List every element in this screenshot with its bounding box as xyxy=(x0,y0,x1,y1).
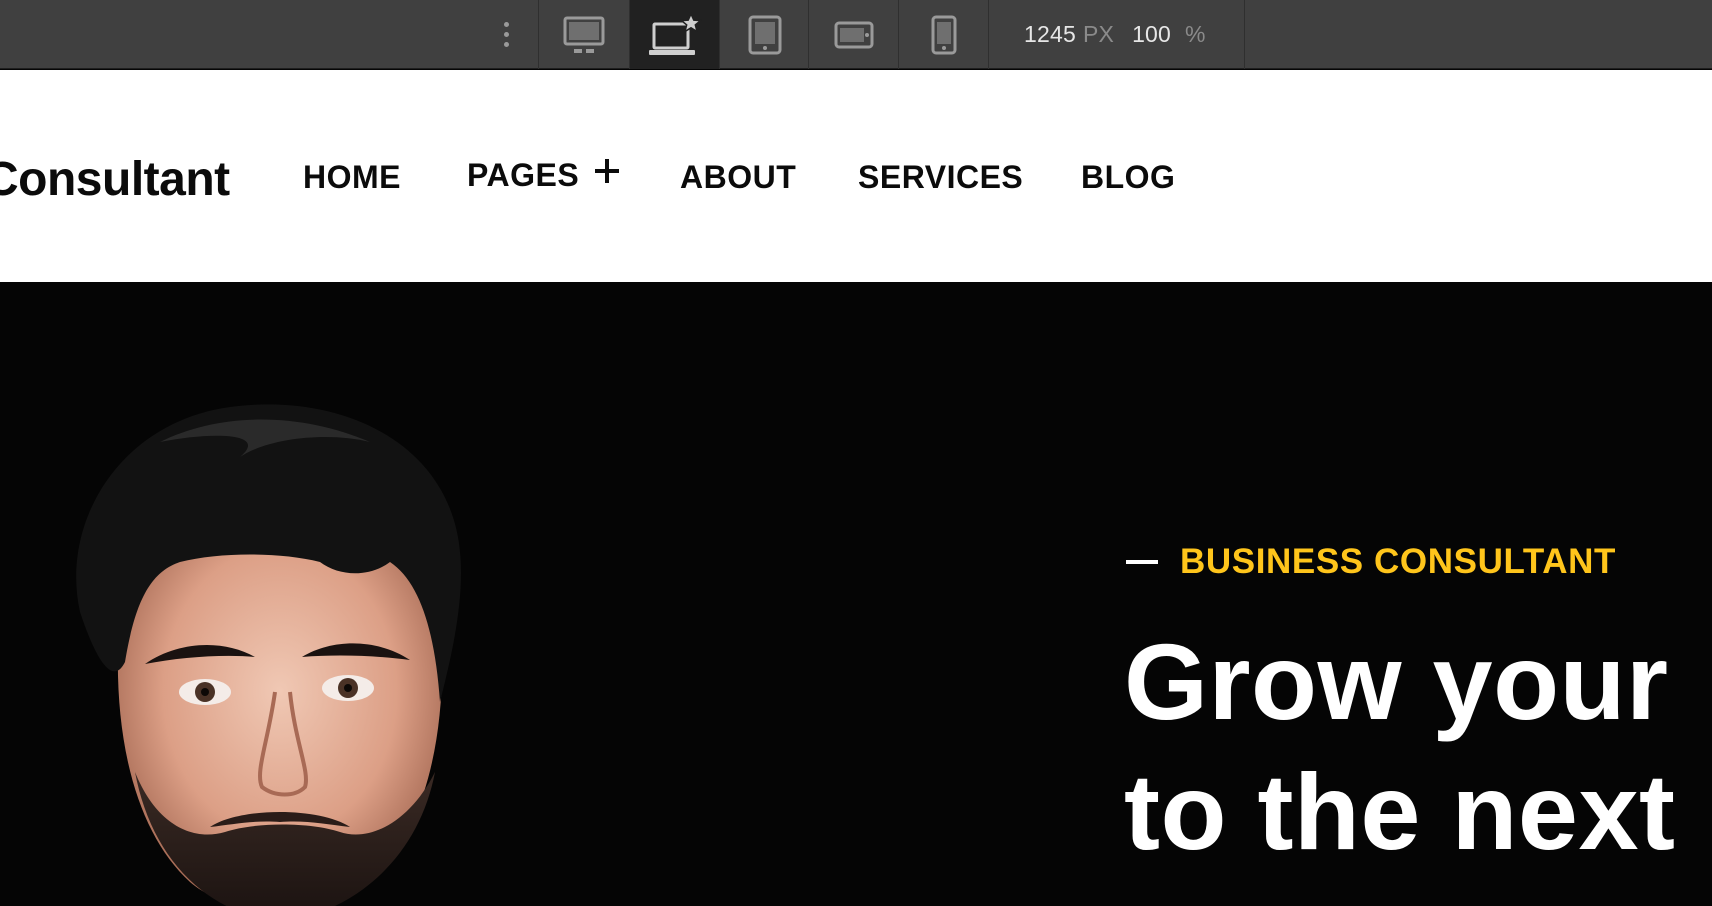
zoom-value[interactable]: 100 xyxy=(1132,21,1171,48)
canvas-size-readout: 1245 PX 100 % xyxy=(1024,0,1206,69)
zoom-unit: % xyxy=(1185,21,1206,47)
laptop-breakpoint-button[interactable] xyxy=(630,0,719,69)
toolbar-divider xyxy=(988,0,989,69)
nav-item-about[interactable]: ABOUT xyxy=(680,161,796,193)
width-unit: PX xyxy=(1082,21,1115,47)
hero-headline-line-2: to the next xyxy=(1124,751,1676,872)
mobile-landscape-breakpoint-button[interactable] xyxy=(809,0,898,69)
plus-icon xyxy=(595,159,620,183)
width-value[interactable]: 1245 xyxy=(1024,21,1076,48)
hero-eyebrow-label: BUSINESS CONSULTANT xyxy=(1180,542,1616,581)
site-logo-text[interactable]: Consultant xyxy=(0,156,230,204)
nav-item-pages[interactable]: PAGES xyxy=(467,157,620,193)
site-header: Consultant HOME PAGES ABOUT SERVICES BLO… xyxy=(0,70,1712,282)
nav-item-blog[interactable]: BLOG xyxy=(1081,161,1175,193)
mobile-portrait-breakpoint-button[interactable] xyxy=(899,0,988,69)
desktop-breakpoint-button[interactable] xyxy=(539,0,628,69)
nav-item-pages-label: PAGES xyxy=(467,157,580,193)
nav-item-home[interactable]: HOME xyxy=(303,161,401,193)
tablet-breakpoint-button[interactable] xyxy=(720,0,809,69)
mobile-landscape-icon xyxy=(834,21,873,48)
toolbar-divider xyxy=(1244,0,1245,69)
hero-eyebrow: BUSINESS CONSULTANT xyxy=(1126,544,1616,579)
nav-item-services[interactable]: SERVICES xyxy=(858,161,1023,193)
more-options-icon[interactable] xyxy=(474,0,538,69)
eyebrow-dash xyxy=(1126,559,1158,564)
consultant-portrait-image xyxy=(76,404,461,906)
editor-toolbar: 1245 PX 100 % xyxy=(0,0,1712,69)
mobile-portrait-icon xyxy=(931,15,956,54)
hero-section: BUSINESS CONSULTANT Grow your to the nex… xyxy=(0,282,1712,906)
desktop-icon xyxy=(563,16,604,53)
tablet-icon xyxy=(748,15,781,54)
hero-headline: Grow your to the next xyxy=(1124,617,1676,877)
hero-headline-line-1: Grow your xyxy=(1124,621,1669,742)
laptop-star-icon xyxy=(648,11,702,55)
